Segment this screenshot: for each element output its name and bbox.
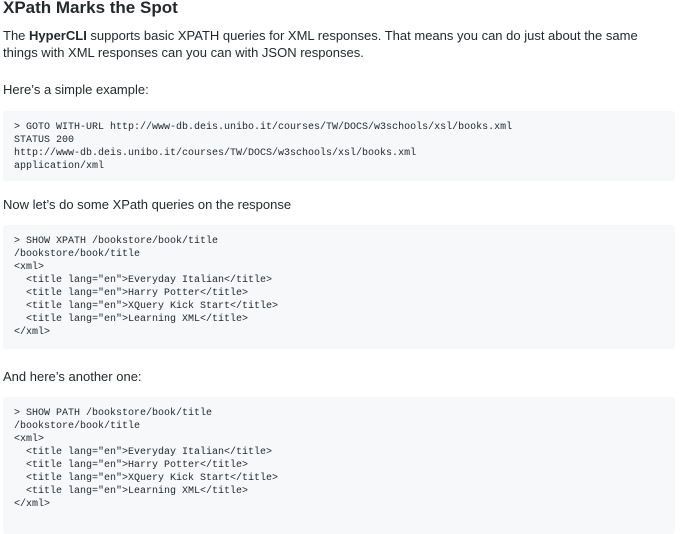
intro-text-end: supports basic XPATH queries for XML res…: [3, 28, 638, 60]
intro-text-start: The: [3, 28, 30, 43]
code-block-show-path: > SHOW PATH /bookstore/book/title /books…: [3, 397, 675, 534]
hypercli-bold: HyperCLI: [29, 28, 87, 43]
code-block-goto: > GOTO WITH-URL http://www-db.deis.unibo…: [3, 111, 675, 181]
code-block-show-xpath: > SHOW XPATH /bookstore/book/title /book…: [3, 225, 675, 349]
intro-paragraph: The HyperCLI supports basic XPATH querie…: [3, 27, 675, 61]
xpath-intro-text: Now let’s do some XPath queries on the r…: [3, 197, 292, 212]
section-heading: XPath Marks the Spot: [3, 0, 178, 17]
example-intro-text: Here’s a simple example:: [3, 82, 149, 97]
another-intro-text: And here’s another one:: [3, 369, 142, 384]
document: XPath Marks the Spot The HyperCLI suppor…: [3, 0, 675, 534]
